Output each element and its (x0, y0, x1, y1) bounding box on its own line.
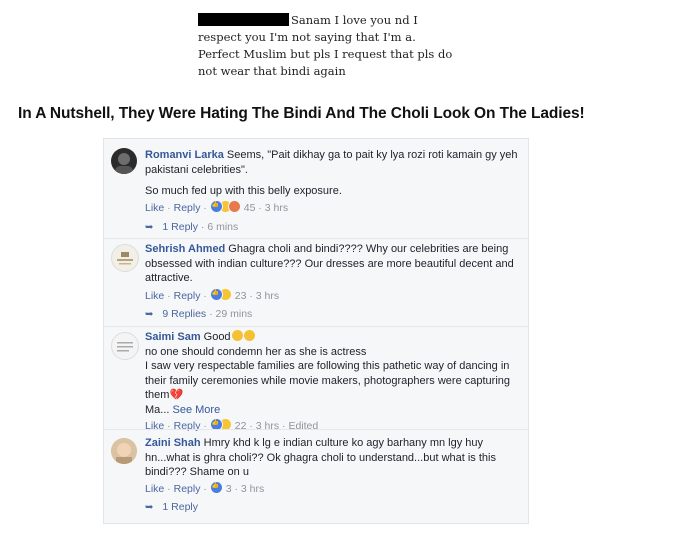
avatar[interactable] (111, 438, 137, 464)
avatar-portrait-icon (115, 153, 133, 174)
comment-body: Sehrish Ahmed Ghagra choli and bindi???? … (145, 242, 523, 286)
comment-actions: Like · Reply · 45 · 3 hrs (145, 200, 288, 214)
comment-text-2: no one should condemn her as she is actr… (145, 345, 367, 358)
reply-button[interactable]: Reply (174, 202, 201, 214)
article-headline: In A Nutshell, They Were Hating The Bind… (18, 105, 585, 122)
reply-arrow-icon: ➥ (145, 502, 154, 513)
comment-actions: Like · Reply · 23 · 3 hrs (145, 288, 279, 302)
avatar[interactable] (111, 244, 139, 272)
reply-arrow-icon: ➥ (145, 222, 154, 233)
view-replies-link[interactable]: ➥ 1 Reply (145, 501, 198, 513)
reactions[interactable] (209, 418, 232, 432)
quote-line-2: respect you I'm not saying that I'm a. (198, 30, 416, 44)
broken-heart-icon: 💔 (169, 389, 184, 401)
smirk-emoji-icon (231, 330, 243, 341)
reaction-count: 45 (243, 202, 256, 214)
reaction-count: 22 (234, 420, 247, 432)
view-replies-link[interactable]: ➥ 9 Replies · 29 mins (145, 308, 252, 320)
comment-body: Romanvi Larka Seems, "Pait dikhay ga to p… (145, 148, 523, 199)
avatar-child-icon (111, 438, 137, 464)
comment-body: Saimi Sam Good no one should condemn her … (145, 330, 523, 417)
comment-time[interactable]: 3 hrs (241, 483, 264, 495)
avatar-text-icon (117, 342, 133, 352)
comment-text-3: I saw very respectable families are foll… (145, 360, 510, 401)
like-reaction-icon (209, 481, 223, 494)
divider (104, 238, 528, 239)
comment-body: Zaini Shah Hmry khd k lg e indian culture… (145, 436, 523, 480)
like-reaction-icon (209, 200, 223, 213)
comment-time[interactable]: 3 hrs (265, 202, 288, 214)
reactions[interactable] (209, 481, 223, 495)
quote-block: Sanam I love you nd I respect you I'm no… (198, 12, 458, 80)
reply-button[interactable]: Reply (174, 483, 201, 495)
divider (104, 429, 528, 430)
see-more-link[interactable]: See More (173, 404, 221, 416)
like-button[interactable]: Like (145, 483, 164, 495)
comment-text-4: Ma... (145, 403, 170, 416)
comments-panel: Romanvi Larka Seems, "Pait dikhay ga to p… (103, 138, 529, 524)
quote-line-4: not wear that bindi again (198, 64, 346, 78)
smirk-emoji-icon (243, 330, 255, 341)
comment-author[interactable]: Zaini Shah (145, 437, 201, 449)
like-reaction-icon (209, 288, 223, 301)
comment-text: Good (203, 331, 231, 343)
comment-author[interactable]: Sehrish Ahmed (145, 243, 225, 255)
redacted-name (198, 13, 289, 26)
like-button[interactable]: Like (145, 202, 164, 214)
reply-arrow-icon: ➥ (145, 309, 154, 320)
quote-line-3: Perfect Muslim but pls I request that pl… (198, 47, 453, 61)
comment-text-2: So much fed up with this belly exposure. (145, 185, 342, 197)
reply-button[interactable]: Reply (174, 290, 201, 302)
reactions[interactable] (209, 200, 241, 214)
edited-label[interactable]: Edited (288, 420, 318, 432)
reply-button[interactable]: Reply (174, 420, 201, 432)
view-replies-link[interactable]: ➥ 1 Reply · 6 mins (145, 221, 238, 233)
reactions[interactable] (209, 288, 232, 302)
comment-time[interactable]: 3 hrs (256, 420, 279, 432)
quote-line-1: Sanam I love you nd I (291, 13, 418, 27)
divider (104, 326, 528, 327)
like-button[interactable]: Like (145, 290, 164, 302)
comment-author[interactable]: Romanvi Larka (145, 149, 224, 161)
comment-author[interactable]: Saimi Sam (145, 331, 201, 343)
reaction-count: 3 (225, 483, 232, 495)
comment-time[interactable]: 3 hrs (256, 290, 279, 302)
comment-actions: Like · Reply · 3 · 3 hrs (145, 481, 264, 495)
angry-reaction-icon (227, 200, 241, 213)
reaction-count: 23 (234, 290, 247, 302)
avatar[interactable] (111, 148, 137, 174)
like-button[interactable]: Like (145, 420, 164, 432)
avatar-logo-icon (117, 252, 133, 265)
avatar[interactable] (111, 332, 139, 360)
